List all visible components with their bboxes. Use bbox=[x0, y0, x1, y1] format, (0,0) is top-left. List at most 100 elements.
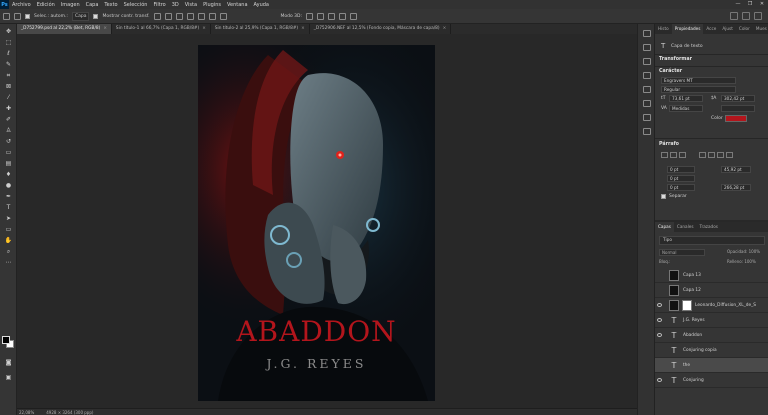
frame-tool-icon[interactable]: ⊠ bbox=[4, 83, 13, 90]
space-after-input[interactable]: 266,28 pt bbox=[721, 184, 751, 191]
crop-tool-icon[interactable]: ⌗ bbox=[4, 72, 13, 79]
menu-imagen[interactable]: Imagen bbox=[58, 2, 83, 8]
dodge-tool-icon[interactable]: ● bbox=[4, 182, 13, 189]
eye-icon[interactable] bbox=[657, 303, 662, 307]
tab-layers[interactable]: Capas bbox=[655, 222, 674, 232]
zoom-tool-icon[interactable]: ⌕ bbox=[4, 248, 13, 255]
align-bottom-icon[interactable] bbox=[208, 12, 216, 20]
hand-tool-icon[interactable]: ✋ bbox=[4, 237, 13, 244]
eyedropper-tool-icon[interactable]: ⁄ bbox=[4, 94, 13, 101]
layer-name[interactable]: Conjuring bbox=[683, 378, 704, 383]
foreground-color-swatch[interactable] bbox=[2, 336, 10, 344]
menu-plugins[interactable]: Plugins bbox=[200, 2, 224, 8]
shape-tool-icon[interactable]: ▭ bbox=[4, 226, 13, 233]
orbit-3d-icon[interactable] bbox=[306, 12, 314, 20]
navigator-panel-icon[interactable] bbox=[643, 58, 651, 65]
blend-mode-dropdown[interactable]: Normal bbox=[659, 249, 705, 256]
menu-filtro[interactable]: Filtro bbox=[150, 2, 168, 8]
menu-3d[interactable]: 3D bbox=[169, 2, 182, 8]
history-brush-icon[interactable]: ↺ bbox=[4, 138, 13, 145]
workspace-icon[interactable] bbox=[742, 12, 750, 20]
layer-name[interactable]: Abaddon bbox=[683, 333, 702, 338]
menu-ventana[interactable]: Ventana bbox=[224, 2, 251, 8]
align-left-icon[interactable] bbox=[153, 12, 161, 20]
move-tool-icon[interactable] bbox=[14, 12, 21, 20]
layer-row[interactable]: Capa 13 bbox=[655, 268, 768, 283]
layer-row[interactable]: T Abaddon bbox=[655, 328, 768, 343]
indent-left-input[interactable]: 0 pt bbox=[667, 166, 695, 173]
tab-adjustments[interactable]: Ajust bbox=[719, 24, 736, 34]
font-size-input[interactable]: 73,61 pt bbox=[669, 95, 703, 102]
tab-channels[interactable]: Canales bbox=[674, 222, 697, 232]
stamp-tool-icon[interactable]: ♙ bbox=[4, 127, 13, 134]
align-center-icon[interactable] bbox=[164, 12, 172, 20]
maximize-button[interactable]: ❐ bbox=[744, 0, 756, 9]
paragraph-section-label[interactable]: Párrafo bbox=[659, 142, 679, 147]
justify-last-center-icon[interactable] bbox=[708, 152, 715, 158]
glyphs-panel-icon[interactable] bbox=[643, 114, 651, 121]
font-family-dropdown[interactable]: Engravers MT bbox=[661, 77, 736, 84]
layer-row[interactable]: T Conjuring bbox=[655, 373, 768, 388]
blur-tool-icon[interactable]: ♦ bbox=[4, 171, 13, 178]
tab-document-1[interactable]: _D752799.psd al 22,2% (Bet, RGB/8) × bbox=[17, 24, 112, 34]
move-tool-icon[interactable]: ✥ bbox=[4, 28, 13, 35]
align-middle-icon[interactable] bbox=[197, 12, 205, 20]
justify-last-right-icon[interactable] bbox=[717, 152, 724, 158]
text-color-swatch[interactable] bbox=[725, 115, 747, 122]
first-line-indent-input[interactable]: 0 pt bbox=[667, 184, 695, 191]
layer-row[interactable]: T J.G. Reyes bbox=[655, 313, 768, 328]
brush-tool-icon[interactable]: ✐ bbox=[4, 116, 13, 123]
book-cover-artwork[interactable]: ABADDON J.G. REYES bbox=[198, 45, 435, 401]
layer-name[interactable]: J.G. Reyes bbox=[683, 318, 705, 323]
tab-actions[interactable]: Acce bbox=[703, 24, 719, 34]
layer-name[interactable]: Conjuring copia bbox=[683, 348, 717, 353]
align-center-text-icon[interactable] bbox=[670, 152, 677, 158]
tab-swatches[interactable]: Mues bbox=[753, 24, 768, 34]
poster-title[interactable]: ABADDON bbox=[198, 315, 435, 348]
lasso-tool-icon[interactable]: ℓ bbox=[4, 50, 13, 57]
fill-field[interactable]: Relleno: 100% bbox=[727, 259, 756, 264]
gradient-tool-icon[interactable]: ▤ bbox=[4, 160, 13, 167]
indent-right-input[interactable]: 0 pt bbox=[667, 175, 695, 182]
info-panel-icon[interactable] bbox=[643, 44, 651, 51]
eraser-tool-icon[interactable]: ▭ bbox=[4, 149, 13, 156]
align-right-icon[interactable] bbox=[175, 12, 183, 20]
paragraph-panel-icon[interactable] bbox=[643, 100, 651, 107]
tab-document-2[interactable]: Sin título-1 al 66,7% (Capa 1, RGB/8#) × bbox=[111, 24, 211, 34]
pan-3d-icon[interactable] bbox=[328, 12, 336, 20]
align-right-text-icon[interactable] bbox=[679, 152, 686, 158]
close-tab-icon[interactable]: × bbox=[103, 26, 107, 31]
layer-name[interactable]: Capa 13 bbox=[683, 273, 701, 278]
opacity-field[interactable]: Opacidad: 100% bbox=[727, 249, 760, 254]
layer-row[interactable]: Capa 12 bbox=[655, 283, 768, 298]
tab-document-3[interactable]: Sin título-2 al 25,9% (Capa 1, RGB/8#) × bbox=[210, 24, 310, 34]
close-tab-icon[interactable]: × bbox=[202, 26, 206, 31]
roll-3d-icon[interactable] bbox=[317, 12, 325, 20]
canvas-area[interactable]: ABADDON J.G. REYES bbox=[17, 34, 637, 408]
path-select-icon[interactable]: ➤ bbox=[4, 215, 13, 222]
hyphenate-checkbox[interactable] bbox=[661, 194, 666, 199]
styles-panel-icon[interactable] bbox=[643, 128, 651, 135]
eye-icon[interactable] bbox=[657, 318, 662, 322]
tracking-input[interactable] bbox=[721, 105, 755, 112]
align-left-text-icon[interactable] bbox=[661, 152, 668, 158]
tab-properties[interactable]: Propiedades bbox=[671, 24, 704, 34]
layer-row[interactable]: Leonardo_Diffusion_XL_de_S bbox=[655, 298, 768, 313]
history-panel-icon[interactable] bbox=[643, 30, 651, 37]
layer-mask-thumbnail[interactable] bbox=[682, 300, 692, 311]
font-style-dropdown[interactable]: Regular bbox=[661, 86, 736, 93]
eye-icon[interactable] bbox=[657, 333, 662, 337]
eye-icon[interactable] bbox=[657, 378, 662, 382]
distribute-icon[interactable] bbox=[219, 12, 227, 20]
space-before-input[interactable]: 45,92 pt bbox=[721, 166, 751, 173]
pen-tool-icon[interactable]: ✒ bbox=[4, 193, 13, 200]
leading-input[interactable]: 302,42 pt bbox=[721, 95, 755, 102]
transform-section-label[interactable]: Transformar bbox=[659, 57, 692, 62]
character-section-label[interactable]: Carácter bbox=[659, 69, 682, 74]
layer-row[interactable]: T the bbox=[655, 358, 768, 373]
auto-select-dropdown[interactable]: Capa bbox=[71, 11, 90, 21]
quick-select-tool-icon[interactable]: ✎ bbox=[4, 61, 13, 68]
share-icon[interactable] bbox=[754, 12, 762, 20]
auto-select-checkbox[interactable] bbox=[25, 13, 30, 19]
tab-color[interactable]: Color bbox=[736, 24, 753, 34]
